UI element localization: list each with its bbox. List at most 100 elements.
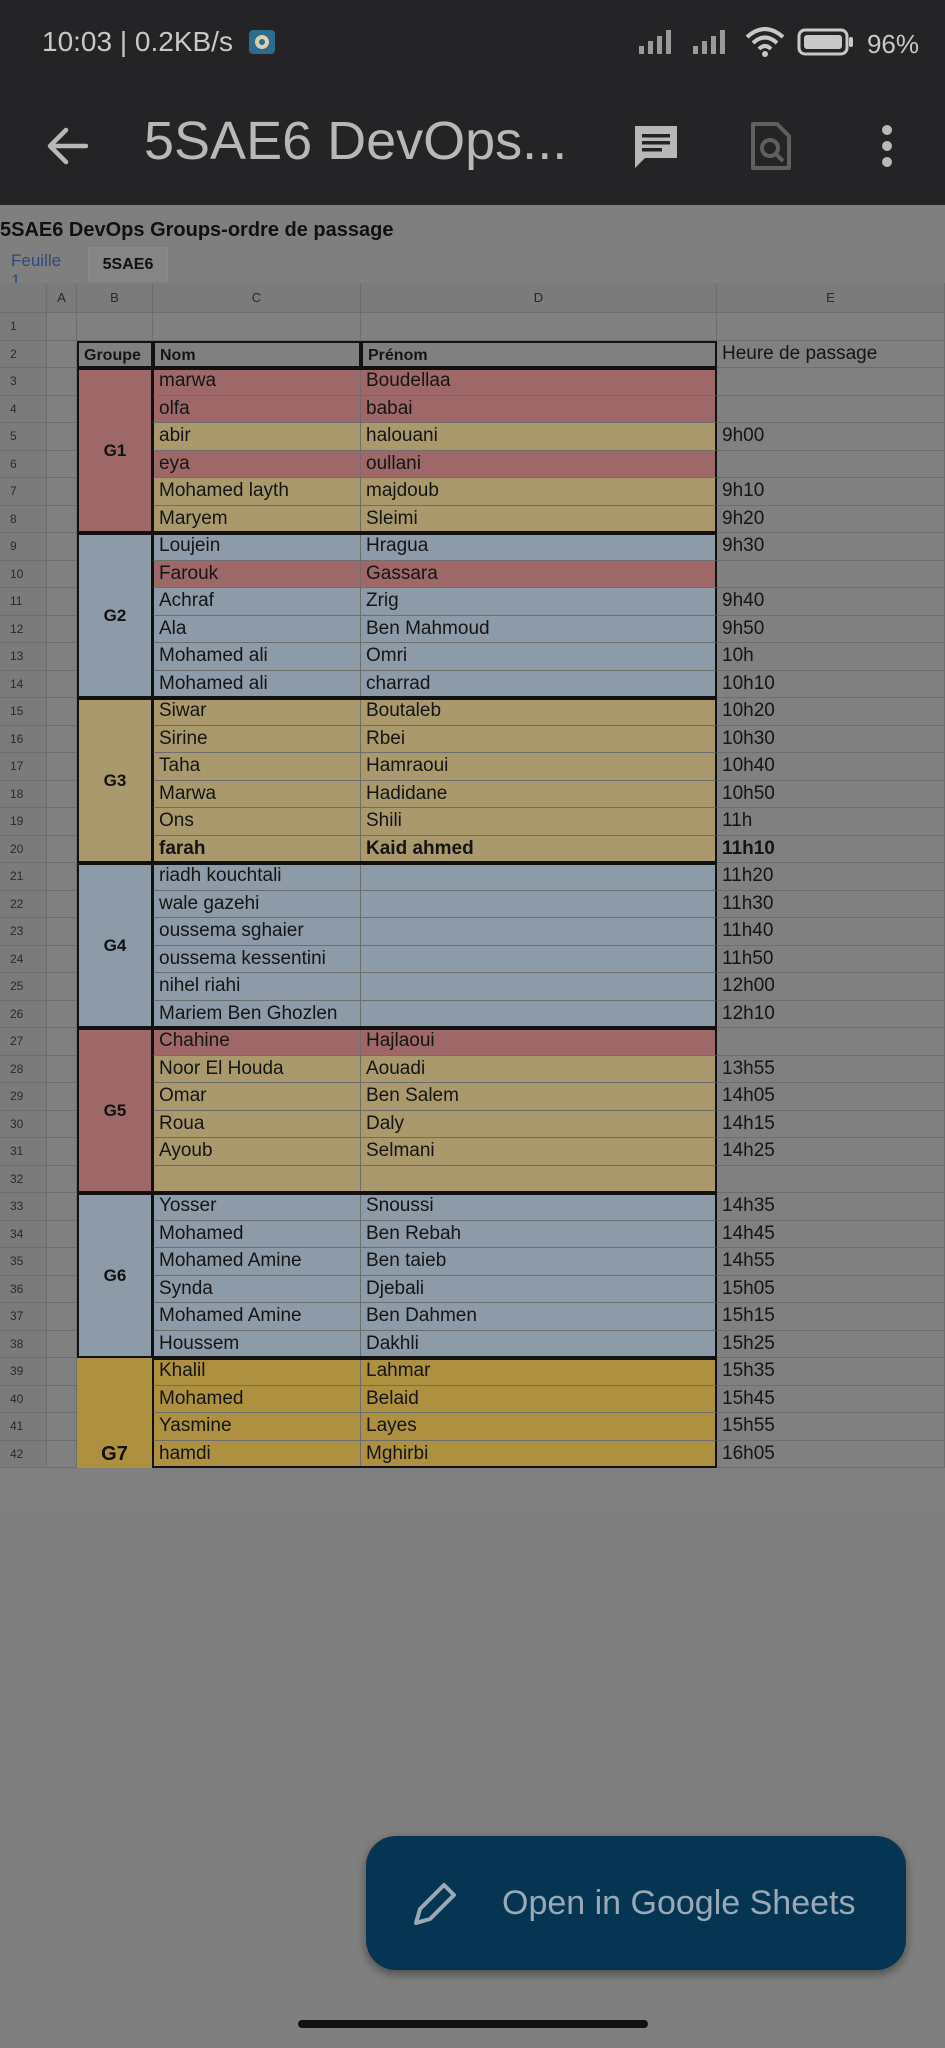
prenom-cell[interactable]: Hamraoui [361,753,717,781]
blank-cell[interactable] [47,1330,77,1358]
prenom-cell[interactable]: Hadidane [361,780,717,808]
nom-cell[interactable]: Loujein [153,533,361,561]
blank-cell[interactable] [47,533,77,561]
heure-cell[interactable]: 15h05 [717,1275,945,1303]
blank-cell[interactable] [47,588,77,616]
nom-cell[interactable]: Ons [153,808,361,836]
heure-cell[interactable]: 10h [717,643,945,671]
nom-cell[interactable]: Siwar [153,698,361,726]
nom-cell[interactable]: olfa [153,395,361,423]
blank-cell[interactable] [361,313,717,341]
heure-cell[interactable]: 11h20 [717,863,945,891]
prenom-cell[interactable]: Sleimi [361,505,717,533]
prenom-cell[interactable]: Ben Rebah [361,1220,717,1248]
nom-cell[interactable]: Yasmine [153,1413,361,1441]
heure-cell[interactable]: 11h50 [717,945,945,973]
blank-cell[interactable] [47,423,77,451]
row-header[interactable]: 26 [0,1000,47,1028]
blank-cell[interactable] [47,863,77,891]
heure-cell[interactable]: 11h10 [717,835,945,863]
row-header[interactable]: 41 [0,1413,47,1441]
prenom-cell[interactable]: Hajlaoui [361,1028,717,1056]
blank-cell[interactable] [47,1165,77,1193]
nom-cell[interactable]: Mohamed [153,1220,361,1248]
nom-cell[interactable]: Roua [153,1110,361,1138]
prenom-cell[interactable]: Zrig [361,588,717,616]
prenom-cell[interactable]: Djebali [361,1275,717,1303]
nom-cell[interactable]: Chahine [153,1028,361,1056]
heure-cell[interactable]: 10h50 [717,780,945,808]
row-header[interactable]: 18 [0,780,47,808]
blank-cell[interactable] [47,643,77,671]
group-cell-g4[interactable]: G4 [77,863,153,1028]
blank-cell[interactable] [47,835,77,863]
prenom-cell[interactable]: Ben Mahmoud [361,615,717,643]
prenom-cell[interactable]: Lahmar [361,1358,717,1386]
row-header[interactable]: 16 [0,725,47,753]
heure-cell[interactable]: 12h10 [717,1000,945,1028]
prenom-cell[interactable] [361,890,717,918]
prenom-cell[interactable]: Snoussi [361,1193,717,1221]
nom-cell[interactable]: Mohamed [153,1385,361,1413]
row-header[interactable]: 42 [0,1440,47,1468]
blank-cell[interactable] [47,945,77,973]
nom-cell[interactable]: Mariem Ben Ghozlen [153,1000,361,1028]
heure-cell[interactable]: 15h25 [717,1330,945,1358]
prenom-cell[interactable]: charrad [361,670,717,698]
row-header[interactable]: 22 [0,890,47,918]
nom-cell[interactable]: oussema kessentini [153,945,361,973]
blank-cell[interactable] [47,1413,77,1441]
blank-cell[interactable] [47,725,77,753]
heure-cell[interactable]: 15h45 [717,1385,945,1413]
heure-cell[interactable] [717,395,945,423]
prenom-cell[interactable] [361,973,717,1001]
prenom-cell[interactable]: Hragua [361,533,717,561]
find-in-document-button[interactable] [735,110,807,182]
prenom-cell[interactable] [361,1000,717,1028]
heure-cell[interactable]: 10h40 [717,753,945,781]
blank-cell[interactable] [47,1440,77,1468]
row-header[interactable]: 15 [0,698,47,726]
row-header[interactable]: 13 [0,643,47,671]
heure-cell[interactable] [717,1165,945,1193]
heure-cell[interactable]: 12h00 [717,973,945,1001]
nom-cell[interactable]: Khalil [153,1358,361,1386]
blank-cell[interactable] [47,1083,77,1111]
row-header[interactable]: 4 [0,395,47,423]
row-header[interactable]: 11 [0,588,47,616]
nom-cell[interactable]: oussema sghaier [153,918,361,946]
heure-cell[interactable] [717,560,945,588]
group-cell-g2[interactable]: G2 [77,533,153,698]
nom-cell[interactable]: hamdi [153,1440,361,1468]
row-header[interactable]: 1 [0,313,47,341]
heure-cell[interactable]: 10h30 [717,725,945,753]
row-header[interactable]: 25 [0,973,47,1001]
blank-cell[interactable] [47,698,77,726]
prenom-cell[interactable]: Kaid ahmed [361,835,717,863]
prenom-cell[interactable]: Boudellaa [361,368,717,396]
nom-header[interactable]: Nom [153,340,361,368]
group-cell-g5[interactable]: G5 [77,1028,153,1193]
nom-cell[interactable]: nihel riahi [153,973,361,1001]
row-header[interactable]: 39 [0,1358,47,1386]
heure-cell[interactable]: 14h45 [717,1220,945,1248]
group-cell-g7[interactable]: G7 [77,1358,153,1468]
prenom-cell[interactable]: Mghirbi [361,1440,717,1468]
row-header[interactable]: 38 [0,1330,47,1358]
heure-cell[interactable] [717,368,945,396]
heure-cell[interactable]: 9h50 [717,615,945,643]
nom-cell[interactable]: Houssem [153,1330,361,1358]
blank-cell[interactable] [47,478,77,506]
prenom-cell[interactable] [361,1165,717,1193]
nom-cell[interactable]: wale gazehi [153,890,361,918]
blank-cell[interactable] [47,368,77,396]
prenom-cell[interactable]: Omri [361,643,717,671]
blank-cell[interactable] [47,340,77,368]
prenom-cell[interactable]: Selmani [361,1138,717,1166]
row-header[interactable]: 5 [0,423,47,451]
blank-cell[interactable] [47,1385,77,1413]
row-header[interactable]: 7 [0,478,47,506]
blank-cell[interactable] [47,753,77,781]
prenom-cell[interactable]: Belaid [361,1385,717,1413]
blank-cell[interactable] [47,1138,77,1166]
